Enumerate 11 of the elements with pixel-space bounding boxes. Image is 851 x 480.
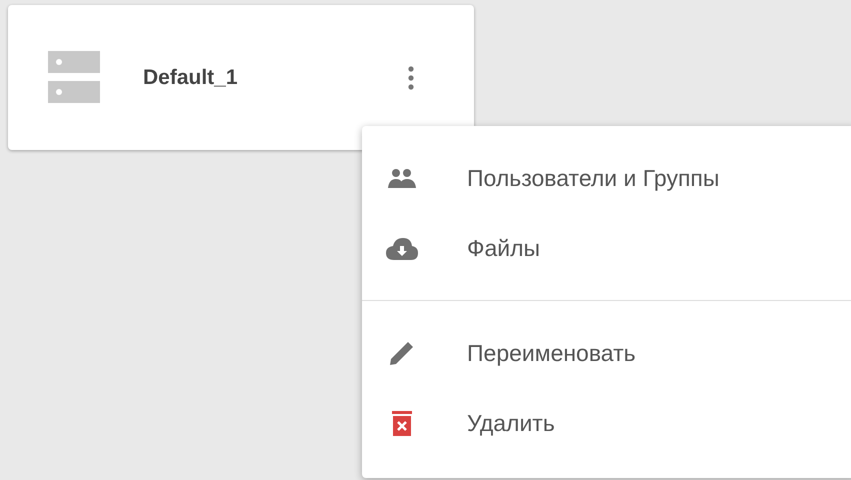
menu-item[interactable]: Удалить [362, 388, 851, 458]
menu-item[interactable]: Переименовать [362, 318, 851, 388]
card-title: Default_1 [143, 64, 238, 91]
kebab-menu-icon [408, 66, 414, 90]
cloud-download-icon [386, 236, 418, 260]
server-icon [48, 50, 100, 104]
trash-icon [391, 409, 413, 437]
pencil-icon [389, 340, 415, 366]
people-icon [387, 168, 417, 188]
menu-item[interactable]: Пользователи и Группы [362, 143, 851, 213]
menu-item[interactable]: Файлы [362, 213, 851, 283]
